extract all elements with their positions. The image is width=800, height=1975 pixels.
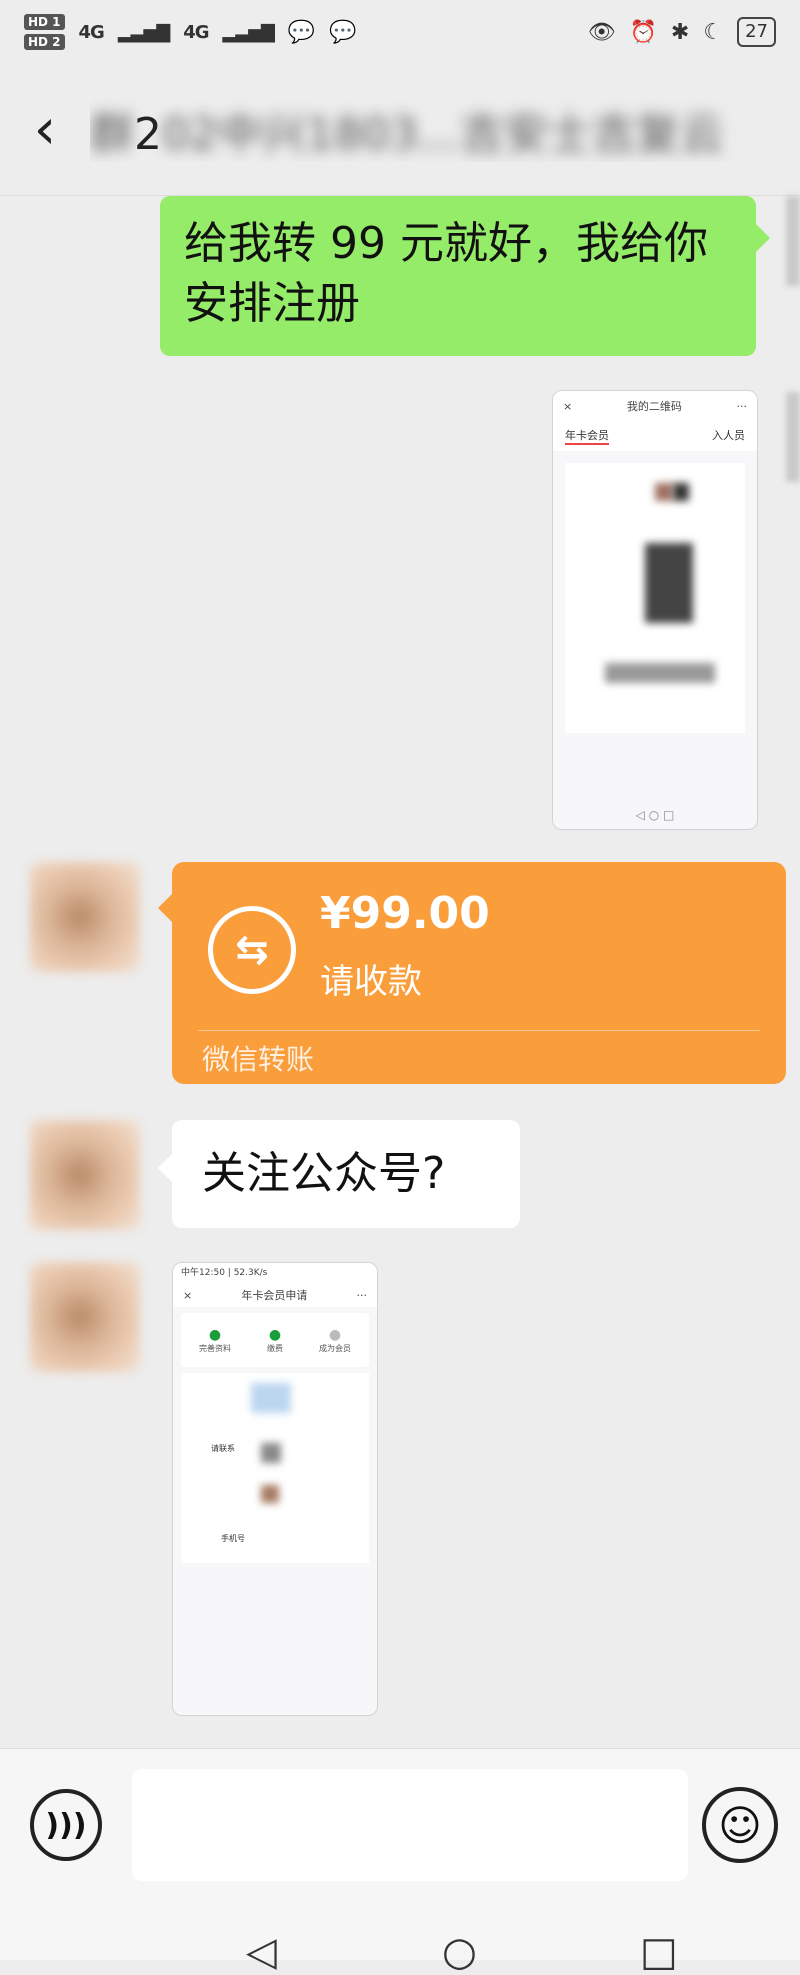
battery-icon: 27: [737, 17, 776, 47]
voice-icon[interactable]: ))): [30, 1789, 102, 1861]
screenshot1-close: ×: [563, 399, 573, 413]
screenshot-image-1[interactable]: × 我的二维码 ··· 年卡会员 入人员 ◁ ○ □: [552, 390, 758, 830]
transfer-amount: ¥99.00: [320, 888, 490, 939]
moon-icon: ☾: [703, 19, 724, 45]
signal1-icon: ▂▃▅▇: [117, 21, 170, 43]
eye-icon: 👁: [587, 19, 616, 45]
transfer-card[interactable]: ⇆ ¥99.00 请收款 微信转账: [158, 862, 786, 1084]
screenshot1-navbar: ◁ ○ □: [635, 808, 675, 822]
wechat-icon: 💬: [329, 19, 357, 45]
nav-recent-icon[interactable]: □: [640, 1932, 678, 1972]
step-1: ● 完善资料: [199, 1326, 231, 1353]
title-blurred-part: 群: [90, 108, 134, 160]
network1-label: 4G: [78, 21, 105, 43]
sent-message-text: 给我转 99 元就好，我给你安排注册: [184, 218, 708, 329]
step-1-label: 完善资料: [199, 1343, 231, 1353]
alarm-icon: ⏰: [629, 19, 657, 45]
transfer-divider: [198, 1030, 760, 1031]
title-visible-part: 2: [134, 108, 162, 160]
network2-label: 4G: [183, 21, 209, 43]
step-2: ● 缴费: [267, 1326, 283, 1353]
sender-avatar-edge: [786, 196, 800, 286]
nav-back-icon[interactable]: ◁: [246, 1932, 277, 1972]
screenshot2-form: 请联系 手机号: [181, 1373, 369, 1563]
nav-home-icon[interactable]: ○: [442, 1932, 477, 1972]
step-3: ● 成为会员: [319, 1326, 351, 1353]
wechat-icon: 💬: [287, 19, 316, 45]
screenshot2-status: 中午12:50 | 52.3K/s: [173, 1263, 377, 1283]
avatar[interactable]: [30, 862, 140, 972]
screenshot1-tabs: 年卡会员 入人员: [553, 421, 757, 451]
screenshot1-title: 我的二维码: [626, 400, 682, 413]
title-blurred-rest: 02中兴1803...吉安士吉复云: [162, 108, 724, 160]
step-2-label: 缴费: [267, 1343, 283, 1353]
chat-header: ‹ 群202中兴1803...吉安士吉复云: [0, 64, 800, 196]
received-message-bubble[interactable]: 关注公众号?: [158, 1120, 520, 1228]
screenshot2-field1: 请联系: [211, 1444, 235, 1453]
received-message-text: 关注公众号?: [202, 1148, 446, 1199]
qr-code-blurred: [565, 463, 745, 733]
transfer-arrows-icon: ⇆: [208, 906, 296, 994]
step-3-label: 成为会员: [319, 1343, 351, 1353]
status-bar: HD 1 HD 2 4G ▂▃▅▇ 4G ▂▃▅▇ 💬 💬 👁 ⏰ ✱ ☾ 27: [0, 0, 800, 64]
screenshot1-titlebar: × 我的二维码 ···: [553, 391, 757, 421]
avatar[interactable]: [30, 1262, 140, 1372]
system-navbar: ◁ ○ □: [0, 1918, 800, 1972]
chevron-left-icon[interactable]: ‹: [0, 101, 90, 158]
sim-indicators: HD 1 HD 2: [24, 14, 65, 50]
sent-message-bubble[interactable]: 给我转 99 元就好，我给你安排注册: [160, 196, 770, 356]
screenshot-image-2[interactable]: 中午12:50 | 52.3K/s × 年卡会员申请 ··· ● 完善资料 ● 缴费…: [172, 1262, 378, 1716]
signal2-icon: ▂▃▅▇: [222, 21, 275, 43]
bluetooth-icon: ✱: [670, 19, 690, 45]
screenshot1-more: ···: [736, 399, 748, 413]
screenshot2-field2: 手机号: [221, 1534, 245, 1543]
emoji-icon[interactable]: ☺: [702, 1787, 778, 1863]
screenshot1-tab-left: 年卡会员: [565, 427, 609, 445]
message-input[interactable]: [132, 1769, 688, 1881]
screenshot2-close: ×: [183, 1288, 193, 1302]
sender-avatar-edge: [786, 392, 800, 482]
chat-title: 群202中兴1803...吉安士吉复云: [90, 98, 800, 162]
sim2-badge: HD 2: [24, 34, 65, 50]
screenshot2-titlebar: × 年卡会员申请 ···: [173, 1283, 377, 1307]
transfer-note: 请收款: [320, 962, 422, 1002]
transfer-footer: 微信转账: [202, 1043, 315, 1076]
input-bar: ))) ☺: [0, 1748, 800, 1918]
avatar[interactable]: [30, 1120, 140, 1230]
sim1-badge: HD 1: [24, 14, 65, 30]
status-left: HD 1 HD 2 4G ▂▃▅▇ 4G ▂▃▅▇ 💬 💬: [24, 14, 357, 50]
status-right: 👁 ⏰ ✱ ☾ 27: [588, 17, 776, 47]
screenshot1-tab-right: 入人员: [712, 429, 745, 442]
screenshot2-title: 年卡会员申请: [241, 1289, 308, 1302]
screenshot2-steps: ● 完善资料 ● 缴费 ● 成为会员: [181, 1313, 369, 1367]
screenshot2-more: ···: [356, 1288, 368, 1302]
